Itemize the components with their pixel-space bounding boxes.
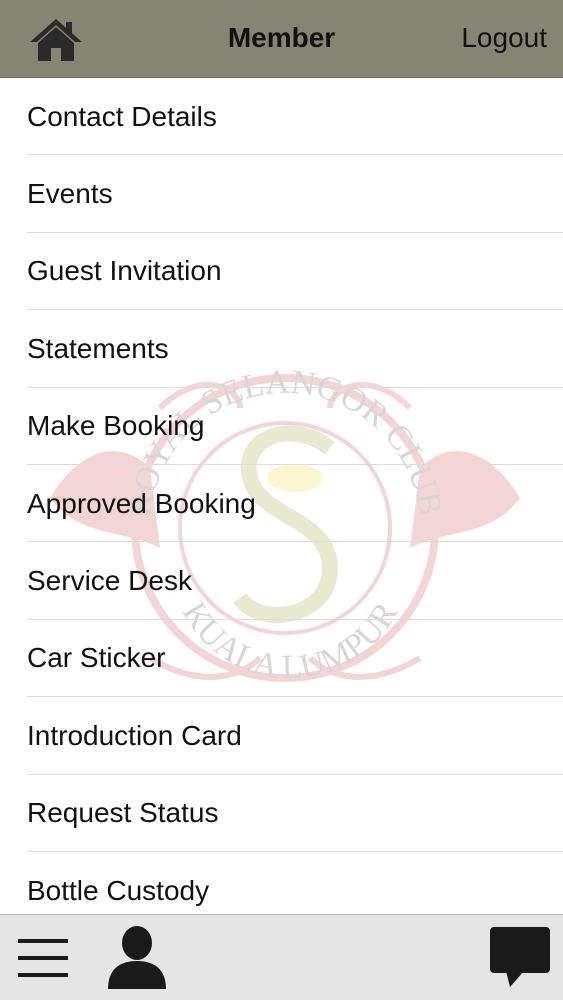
menu-item-label: Car Sticker: [27, 642, 166, 674]
menu-item-car-sticker[interactable]: Car Sticker: [0, 620, 563, 698]
hamburger-menu-icon[interactable]: [18, 937, 68, 979]
menu-item-label: Request Status: [27, 797, 219, 829]
menu-item-label: Make Booking: [27, 410, 205, 442]
menu-item-bottle-custody[interactable]: Bottle Custody: [0, 852, 563, 914]
bottom-tab-bar: [0, 914, 563, 1000]
menu-item-events[interactable]: Events: [0, 155, 563, 234]
header-bar: Member Logout: [0, 0, 563, 78]
logout-button[interactable]: Logout: [461, 22, 547, 54]
menu-item-label: Events: [27, 178, 113, 210]
app-screen: Member Logout ROYAL SELANGOR CLUB KUALA …: [0, 0, 563, 1000]
menu-item-introduction-card[interactable]: Introduction Card: [0, 697, 563, 775]
menu-item-label: Contact Details: [27, 100, 217, 132]
member-menu-list: ROYAL SELANGOR CLUB KUALA LUMPUR Contact…: [0, 78, 563, 914]
menu-item-statements[interactable]: Statements: [0, 310, 563, 388]
menu-item-label: Service Desk: [27, 565, 192, 597]
menu-item-request-status[interactable]: Request Status: [0, 775, 563, 853]
chat-icon[interactable]: [488, 925, 552, 989]
menu-item-label: Statements: [27, 332, 169, 364]
menu-item-contact-details[interactable]: Contact Details: [0, 78, 563, 156]
menu-item-label: Approved Booking: [27, 487, 256, 519]
profile-icon[interactable]: [106, 925, 168, 989]
menu-item-approved-booking[interactable]: Approved Booking: [0, 465, 563, 543]
menu-item-label: Guest Invitation: [27, 255, 222, 287]
menu-item-label: Bottle Custody: [27, 874, 210, 906]
menu-item-guest-invitation[interactable]: Guest Invitation: [0, 233, 563, 311]
menu-item-label: Introduction Card: [27, 719, 242, 751]
menu-item-service-desk[interactable]: Service Desk: [0, 542, 563, 621]
menu-item-make-booking[interactable]: Make Booking: [0, 388, 563, 466]
